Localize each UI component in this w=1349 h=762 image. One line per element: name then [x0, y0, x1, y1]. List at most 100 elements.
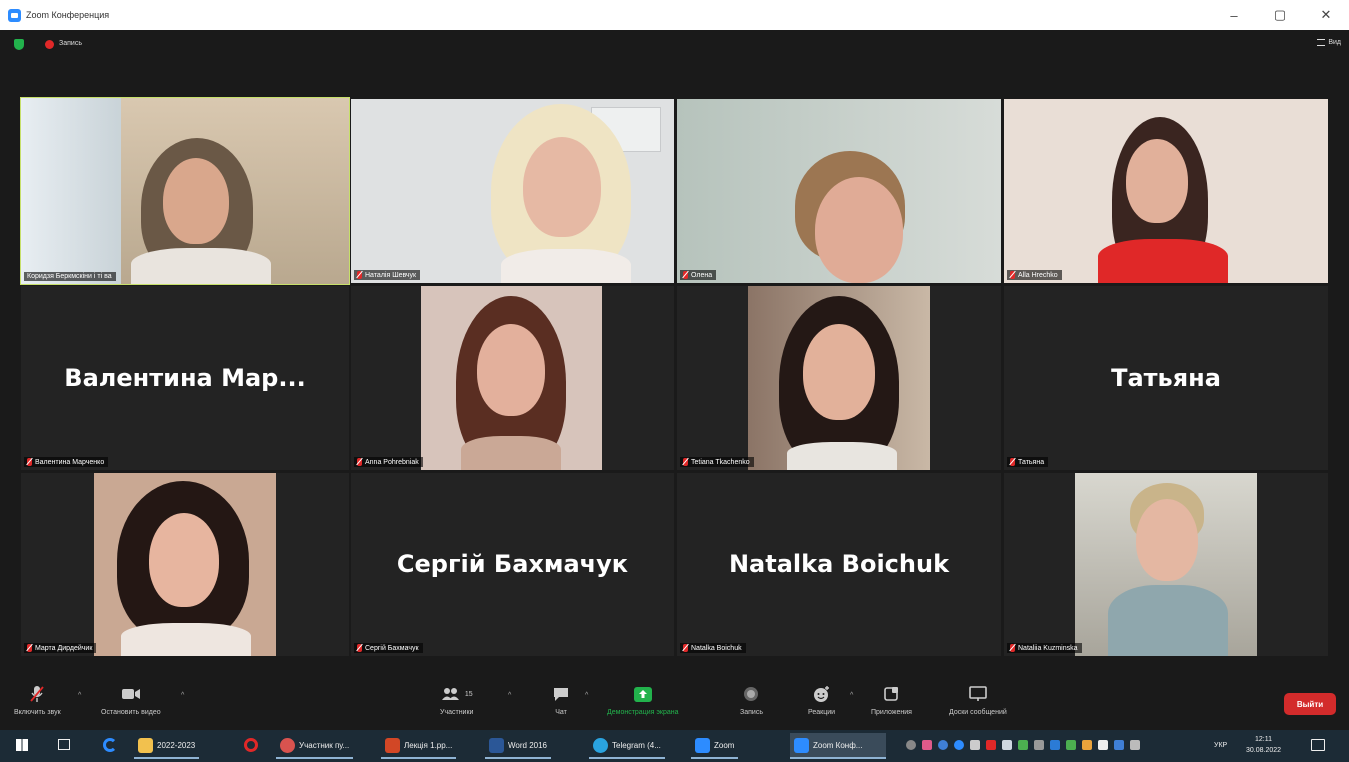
video-tile[interactable]: Олена — [677, 99, 1001, 283]
chat-options-chevron-icon[interactable]: ^ — [585, 692, 588, 699]
tray-app-icon[interactable] — [1002, 740, 1012, 750]
people-icon[interactable] — [906, 740, 916, 750]
window-controls: – ▢ ✕ — [1211, 0, 1349, 30]
taskbar-item[interactable]: Zoom Конф... — [790, 733, 886, 759]
wifi-icon[interactable] — [1114, 740, 1124, 750]
audio-options-chevron-icon[interactable]: ^ — [78, 692, 81, 699]
clock-date: 30.08.2022 — [1246, 747, 1282, 754]
participant-name: Наталія Шевчук — [365, 271, 417, 279]
taskbar-item[interactable]: Лекція 1.рр... — [381, 733, 457, 759]
tray-app-icon[interactable] — [970, 740, 980, 750]
share-screen-button[interactable]: Демонстрация экрана — [607, 685, 679, 716]
windows-taskbar — [0, 730, 1349, 762]
video-tile[interactable]: Alla Hrechko — [1004, 99, 1328, 283]
close-button[interactable]: ✕ — [1303, 0, 1349, 30]
volume-icon[interactable] — [1130, 740, 1140, 750]
participant-name-tag: Коридзя Беркмскіни і ті ва — [24, 272, 116, 281]
audio-button[interactable]: Включить звук — [14, 685, 61, 716]
tray-app-icon[interactable] — [1050, 740, 1060, 750]
system-clock[interactable]: 12:11 30.08.2022 — [1246, 734, 1281, 756]
taskbar-item-label: Word 2016 — [508, 740, 547, 750]
taskbar-item[interactable]: Telegram (4... — [589, 733, 665, 759]
record-button[interactable]: Запись — [740, 685, 763, 716]
chrome-icon — [280, 737, 295, 753]
participant-name: Татьяна — [1018, 458, 1045, 466]
recording-icon[interactable] — [45, 40, 54, 49]
video-options-chevron-icon[interactable]: ^ — [181, 692, 184, 699]
muted-mic-icon — [27, 644, 32, 652]
taskbar-item[interactable]: 2022-2023 — [134, 733, 200, 759]
share-screen-icon — [633, 685, 652, 703]
task-view-icon[interactable] — [58, 739, 70, 750]
participant-name-tag: Олена — [680, 270, 717, 280]
apps-button[interactable]: Приложения — [871, 685, 912, 716]
edge-browser-icon[interactable] — [103, 738, 117, 752]
chat-button[interactable]: Чат — [552, 685, 570, 716]
tray-app-icon[interactable] — [1018, 740, 1028, 750]
video-tile[interactable]: Сергій Бахмачук Сергій Бахмачук — [351, 473, 674, 656]
notifications-icon[interactable] — [1311, 739, 1325, 751]
tray-app-icon[interactable] — [1034, 740, 1044, 750]
whiteboards-label: Доски сообщений — [949, 709, 1007, 716]
video-tile[interactable]: Anna Pohrebniak — [351, 286, 674, 470]
apps-icon — [883, 685, 899, 703]
video-label: Остановить видео — [101, 709, 161, 716]
taskbar-item[interactable]: Word 2016 — [485, 733, 551, 759]
participant-display-name: Валентина Мар... — [64, 364, 306, 392]
keyboard-language[interactable]: УКР — [1214, 742, 1227, 749]
powerpoint-icon — [385, 737, 400, 753]
video-tile[interactable]: Коридзя Беркмскіни і ті ва — [20, 97, 350, 285]
reactions-icon — [813, 685, 831, 703]
security-shield-icon[interactable] — [14, 39, 24, 50]
participants-label: Участники — [440, 709, 474, 716]
tray-app-icon[interactable] — [922, 740, 932, 750]
recording-label[interactable]: Запись — [59, 40, 82, 47]
video-tile[interactable]: Валентина Мар... Валентина Марченко — [21, 286, 349, 470]
taskbar-item[interactable]: Участник пу... — [276, 733, 354, 759]
video-tile[interactable]: Nataliia Kuzminska — [1004, 473, 1328, 656]
taskbar-item[interactable]: Zoom — [691, 733, 739, 759]
windows-start-icon[interactable] — [16, 739, 28, 751]
muted-mic-icon — [1010, 458, 1015, 466]
reactions-options-chevron-icon[interactable]: ^ — [850, 692, 853, 699]
participant-name-tag: Alla Hrechko — [1007, 270, 1062, 280]
taskbar-item-label: Zoom — [714, 740, 735, 750]
participant-display-name: Сергій Бахмачук — [396, 550, 629, 578]
opera-browser-icon[interactable] — [244, 738, 258, 752]
participant-name-tag: Татьяна — [1007, 457, 1049, 467]
video-button[interactable]: Остановить видео — [101, 685, 161, 716]
video-tile[interactable]: Tetiana Tkachenko — [677, 286, 1001, 470]
participant-name: Natalka Boichuk — [691, 644, 742, 652]
leave-meeting-button[interactable]: Выйти — [1284, 693, 1336, 715]
tray-app-icon[interactable] — [938, 740, 948, 750]
view-button[interactable]: Вид — [1317, 39, 1341, 46]
system-tray — [906, 740, 1140, 750]
zoom-app-icon — [8, 8, 21, 22]
whiteboards-button[interactable]: Доски сообщений — [949, 685, 1007, 716]
reactions-button[interactable]: Реакции — [808, 685, 835, 716]
taskbar-item-label: Telegram (4... — [612, 740, 661, 750]
word-icon — [489, 737, 504, 753]
participant-name: Валентина Марченко — [35, 458, 105, 466]
participant-name: Tetiana Tkachenko — [691, 458, 750, 466]
muted-mic-icon — [683, 644, 688, 652]
maximize-button[interactable]: ▢ — [1257, 0, 1303, 30]
video-camera-icon — [121, 685, 141, 703]
minimize-button[interactable]: – — [1211, 0, 1257, 30]
video-tile[interactable]: Марта Дирдейчик — [21, 473, 349, 656]
tray-app-icon[interactable] — [1098, 740, 1108, 750]
muted-mic-icon — [1010, 271, 1015, 279]
tray-app-icon[interactable] — [954, 740, 964, 750]
taskbar-item-label: Лекція 1.рр... — [404, 740, 453, 750]
tray-app-icon[interactable] — [986, 740, 996, 750]
participants-options-chevron-icon[interactable]: ^ — [508, 692, 511, 699]
tray-app-icon[interactable] — [1066, 740, 1076, 750]
muted-microphone-icon — [30, 685, 45, 703]
zoom-icon — [695, 737, 710, 753]
video-tile[interactable]: Natalka Boichuk Natalka Boichuk — [677, 473, 1001, 656]
whiteboard-icon — [969, 685, 987, 703]
video-tile[interactable]: Татьяна Татьяна — [1004, 286, 1328, 470]
video-tile[interactable]: Наталія Шевчук — [351, 99, 674, 283]
participants-button[interactable]: 15 Участники — [440, 685, 473, 716]
tray-app-icon[interactable] — [1082, 740, 1092, 750]
